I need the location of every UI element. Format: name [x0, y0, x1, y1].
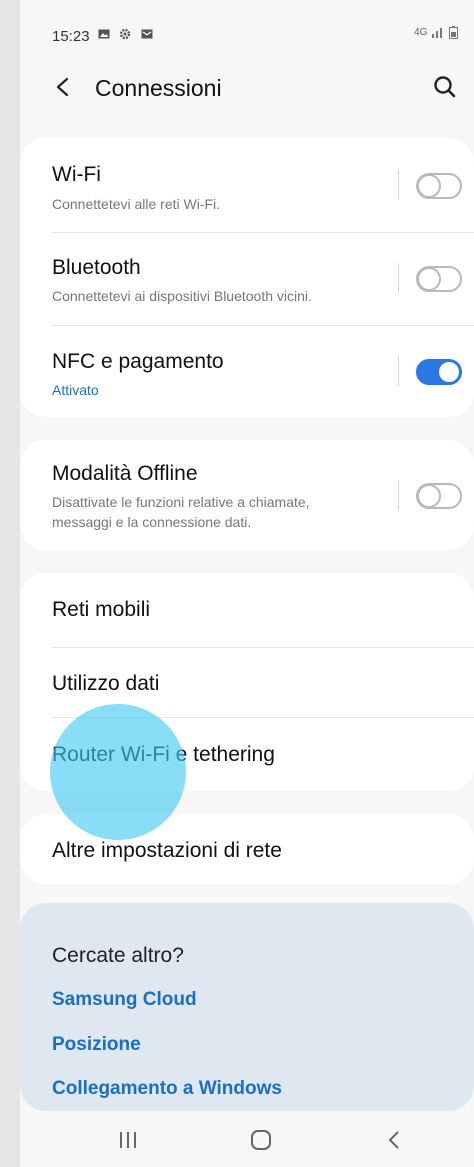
status-right-icons: 4G [414, 26, 458, 39]
nfc-toggle[interactable] [416, 359, 462, 385]
navigation-bar [20, 1111, 474, 1167]
recents-icon [120, 1132, 136, 1148]
search-button[interactable] [430, 72, 460, 102]
setting-title: Utilizzo dati [52, 672, 160, 695]
status-notification-icons [98, 26, 153, 40]
setting-offline-mode[interactable]: Modalità Offline Disattivate le funzioni… [20, 440, 474, 550]
suggestions-panel: Cercate altro? Samsung Cloud Posizione C… [20, 903, 474, 1111]
offline-toggle[interactable] [416, 483, 462, 509]
setting-subtitle: Connettetevi ai dispositivi Bluetooth vi… [52, 288, 312, 304]
setting-mobile-networks[interactable]: Reti mobili [20, 573, 474, 647]
card-offline: Modalità Offline Disattivate le funzioni… [20, 440, 474, 550]
back-arrow-icon [56, 77, 69, 97]
card-connections: Wi-Fi Connettetevi alle reti Wi-Fi. Blue… [20, 138, 474, 417]
signal-icon [432, 28, 443, 38]
setting-status: Attivato [52, 382, 99, 398]
setting-title: Modalità Offline [52, 462, 198, 485]
back-nav-icon [388, 1131, 399, 1149]
app-bar: Connessioni [20, 64, 474, 112]
settings-icon [120, 28, 131, 40]
divider [398, 356, 399, 386]
setting-title: Altre impostazioni di rete [52, 839, 282, 862]
status-bar: 15:23 4G [20, 0, 474, 70]
back-button[interactable] [48, 72, 78, 102]
touch-indicator [50, 704, 186, 840]
setting-title: NFC e pagamento [52, 350, 224, 373]
message-icon [141, 29, 153, 39]
gallery-icon [98, 29, 110, 39]
battery-icon [449, 26, 458, 39]
network-type: 4G [414, 27, 428, 39]
recents-button[interactable] [108, 1123, 148, 1155]
link-samsung-cloud[interactable]: Samsung Cloud [52, 989, 197, 1011]
divider [398, 170, 399, 200]
phone-screen: 15:23 4G Connessioni Wi-Fi Connettetevi … [20, 0, 474, 1167]
status-time: 15:23 [52, 28, 90, 45]
page-title: Connessioni [95, 75, 222, 101]
search-icon [434, 76, 456, 98]
home-icon [251, 1130, 271, 1150]
setting-subtitle-line2: messaggi e la connessione dati. [52, 514, 252, 530]
setting-title: Reti mobili [52, 598, 151, 621]
setting-title: Wi-Fi [52, 163, 101, 186]
setting-nfc[interactable]: NFC e pagamento Attivato [20, 326, 474, 417]
home-button[interactable] [241, 1123, 281, 1155]
setting-subtitle: Connettetevi alle reti Wi-Fi. [52, 196, 221, 212]
wifi-toggle[interactable] [416, 173, 462, 199]
suggestions-title: Cercate altro? [52, 944, 184, 967]
bluetooth-toggle[interactable] [416, 266, 462, 292]
setting-wifi[interactable]: Wi-Fi Connettetevi alle reti Wi-Fi. [20, 138, 474, 232]
link-link-to-windows[interactable]: Collegamento a Windows [52, 1078, 282, 1100]
setting-subtitle-line1: Disattivate le funzioni relative a chiam… [52, 494, 310, 510]
setting-bluetooth[interactable]: Bluetooth Connettetevi ai dispositivi Bl… [20, 233, 474, 325]
setting-title: Bluetooth [52, 256, 141, 279]
setting-data-usage[interactable]: Utilizzo dati [20, 648, 474, 717]
link-location[interactable]: Posizione [52, 1034, 141, 1056]
divider [398, 263, 399, 293]
divider [398, 480, 399, 510]
back-nav-button[interactable] [374, 1123, 414, 1155]
